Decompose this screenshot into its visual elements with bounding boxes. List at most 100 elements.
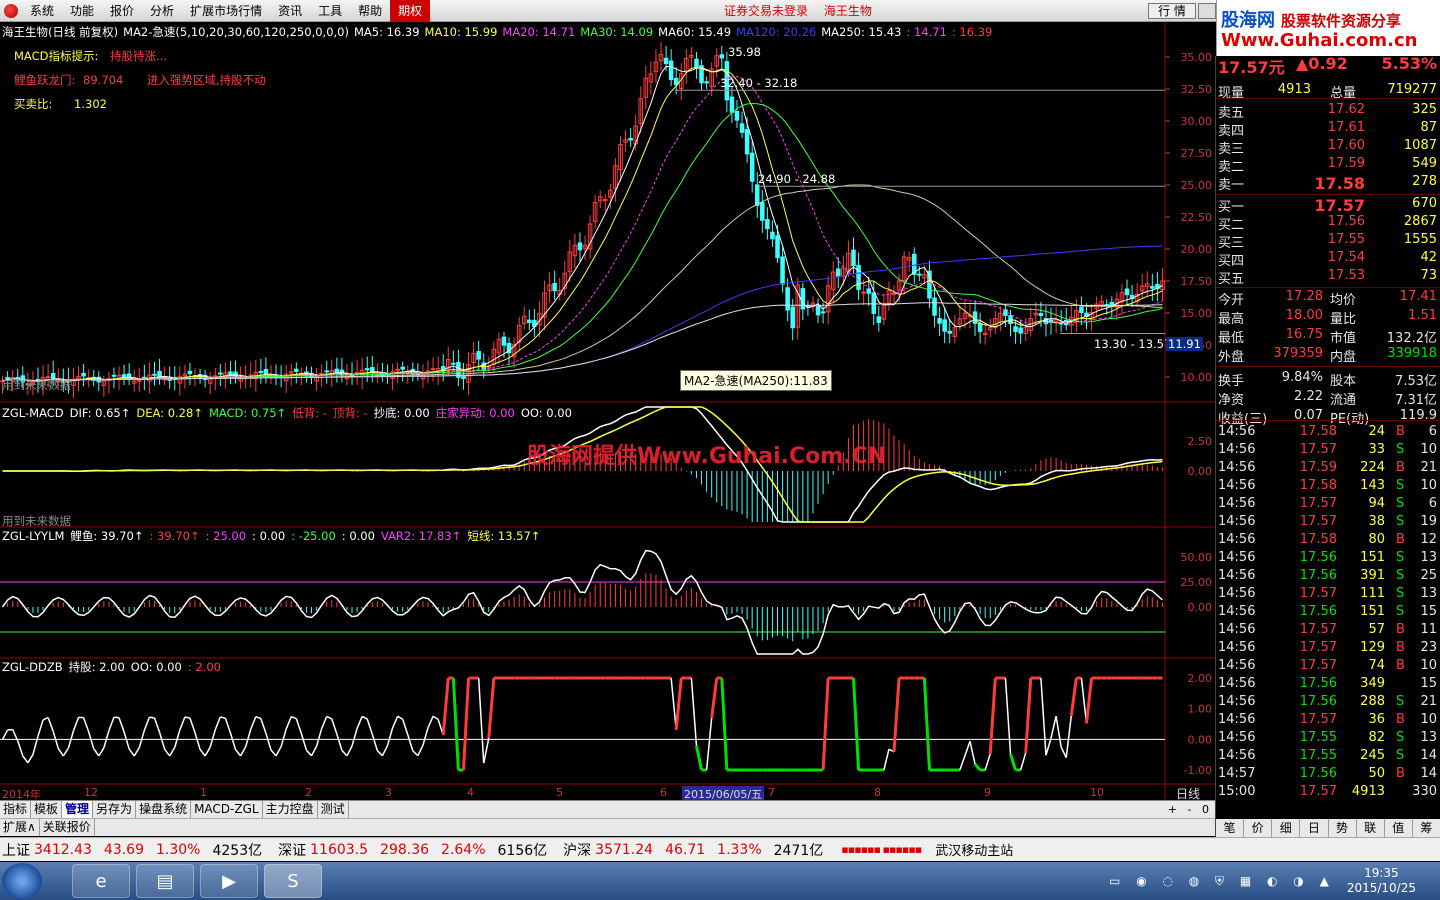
lyylm-line [1, 549, 1163, 655]
tab-main-control[interactable]: 主力控盘 [263, 801, 318, 818]
lyylm-tick-label: 50.00 [1181, 551, 1213, 564]
ddzb-line-segment [27, 754, 34, 764]
ma-line [2, 102, 1163, 382]
index-sh[interactable]: 上证 3412.43 43.69 1.30% 4253亿 [2, 840, 276, 860]
tab-indicator[interactable]: 指标 [0, 801, 32, 818]
ddzb-line-segment [1084, 677, 1094, 724]
ddzb-line-segment [72, 717, 80, 732]
candle-body [780, 256, 785, 285]
stat-value: 7.31亿 [1395, 393, 1437, 408]
ddzb-line-segment [199, 748, 206, 757]
candle-body [749, 152, 755, 182]
candle-body [258, 370, 264, 373]
ddzb-line-segment [1069, 677, 1078, 716]
bid-label: 买一 [1218, 200, 1245, 215]
menu-tools[interactable]: 工具 [310, 0, 350, 22]
ddzb-line-segment [265, 733, 272, 751]
tab-trading-system[interactable]: 操盘系统 [136, 801, 192, 818]
tick-price: 17.56 [1299, 568, 1337, 583]
tab-related-quote[interactable]: 关联报价 [40, 819, 95, 836]
candle-body [876, 316, 882, 323]
tab-test[interactable]: 测试 [318, 801, 349, 818]
tab-macd-zgl[interactable]: MACD-ZGL [191, 801, 263, 818]
ddzb-line-segment [47, 717, 54, 732]
stat-label: 最低 [1218, 331, 1245, 346]
media-player-icon[interactable]: ▶ [200, 864, 258, 898]
sidebar-tab[interactable]: 细 [1272, 819, 1301, 837]
menu-analysis[interactable]: 分析 [142, 0, 182, 22]
macd-header-item-2: DEA: 0.28↑ [136, 406, 203, 420]
index-status-bar: 上证 3412.43 43.69 1.30% 4253亿 深证 11603.5 … [0, 837, 1440, 861]
tick-side: B [1396, 658, 1405, 673]
tick-volume: 143 [1360, 478, 1385, 493]
menu-extended-market[interactable]: 扩展市场行情 [182, 0, 270, 22]
ddzb-line-segment [153, 717, 161, 733]
start-button[interactable] [2, 863, 42, 899]
sidebar-tab[interactable]: 筹 [1413, 819, 1440, 837]
menu-quote[interactable]: 报价 [102, 0, 142, 22]
candle-body [501, 336, 507, 346]
zoom-controls[interactable]: + - 0 [1168, 803, 1209, 816]
lyylm-tick-label: 25.00 [1181, 576, 1213, 589]
sidebar-tab[interactable]: 联 [1357, 819, 1385, 837]
price-tick-label: 32.50 [1181, 83, 1213, 96]
quote-button[interactable]: 行 情 [1148, 3, 1196, 19]
stat-label: 最高 [1218, 312, 1245, 327]
last-price: 17.57元 [1218, 58, 1285, 77]
tick-count: 10 [1420, 658, 1437, 673]
app-logo-icon[interactable] [4, 3, 18, 18]
zoom-in-button[interactable]: + [1168, 803, 1177, 816]
sidebar-divider [1216, 287, 1440, 288]
ask-volume: 1087 [1403, 138, 1437, 153]
stat-value: 379359 [1273, 346, 1323, 361]
menu-function[interactable]: 功能 [62, 0, 102, 22]
menu-help[interactable]: 帮助 [350, 0, 390, 22]
sidebar-tab[interactable]: 笔 [1216, 819, 1245, 837]
tick-side: B [1396, 622, 1405, 637]
index-sz[interactable]: 深证 11603.5 298.36 2.64% 6156亿 [278, 840, 561, 860]
sidebar-tab[interactable]: 价 [1244, 819, 1273, 837]
tray-icons[interactable]: ▭ ◉ ◌ ◍ ⛨ ▦ ◐ ◑ ▲ [1109, 874, 1335, 889]
tab-save-as[interactable]: 另存为 [93, 801, 137, 818]
ma-legend-item-9: : 14.71 [906, 25, 947, 39]
sidebar-divider [1216, 194, 1440, 195]
tick-count: 10 [1420, 478, 1437, 493]
server-name[interactable]: 武汉移动主站 [935, 840, 1013, 859]
candle-body [937, 318, 942, 324]
explorer-icon[interactable]: ▤ [136, 864, 194, 898]
zoom-out-button[interactable]: - [1188, 803, 1192, 816]
zoom-reset-button[interactable]: 0 [1202, 803, 1209, 816]
ddzb-line-segment [285, 716, 292, 730]
sidebar-tab[interactable]: 值 [1385, 819, 1413, 837]
tick-time: 15:00 [1218, 784, 1256, 799]
index-hs[interactable]: 沪深 3571.24 46.71 1.33% 2471亿 [563, 840, 837, 860]
sidebar-tab[interactable]: 势 [1329, 819, 1357, 837]
ddzb-line-segment [366, 718, 374, 735]
ddzb-line-segment [397, 715, 404, 720]
tab-expand[interactable]: 扩展∧ [0, 819, 40, 836]
ddzb-line-segment [37, 719, 44, 737]
tab-manage[interactable]: 管理 [62, 801, 94, 818]
tick-volume: 80 [1368, 532, 1385, 547]
menu-system[interactable]: 系统 [22, 0, 62, 22]
tab-template[interactable]: 模板 [31, 801, 63, 818]
menu-info[interactable]: 资讯 [270, 0, 310, 22]
site-logo-subtitle: 股票软件资源分享 [1281, 12, 1402, 30]
tick-volume: 38 [1368, 514, 1385, 529]
ma-line [2, 65, 1163, 382]
window-buttons[interactable] [1198, 3, 1216, 19]
menu-options[interactable]: 期权 [390, 0, 431, 22]
macd-hint: MACD指标提示: 持股待涨... [14, 48, 167, 64]
sidebar-tab[interactable]: 日 [1300, 819, 1329, 837]
ddzb-line-segment [694, 745, 704, 771]
ie-icon[interactable]: e [72, 864, 130, 898]
clock[interactable]: 19:35 2015/10/25 [1347, 866, 1416, 896]
site-logo-title: 股海网 [1221, 10, 1275, 31]
tick-price: 17.56 [1299, 676, 1337, 691]
candle-body [977, 322, 983, 332]
stock-app-icon[interactable]: S [264, 864, 322, 898]
ddzb-line-segment [326, 715, 333, 720]
ddzb-line-segment [128, 748, 135, 757]
trade-login-status[interactable]: 证券交易未登录 [724, 4, 808, 18]
ddzb-line-segment [255, 716, 262, 720]
